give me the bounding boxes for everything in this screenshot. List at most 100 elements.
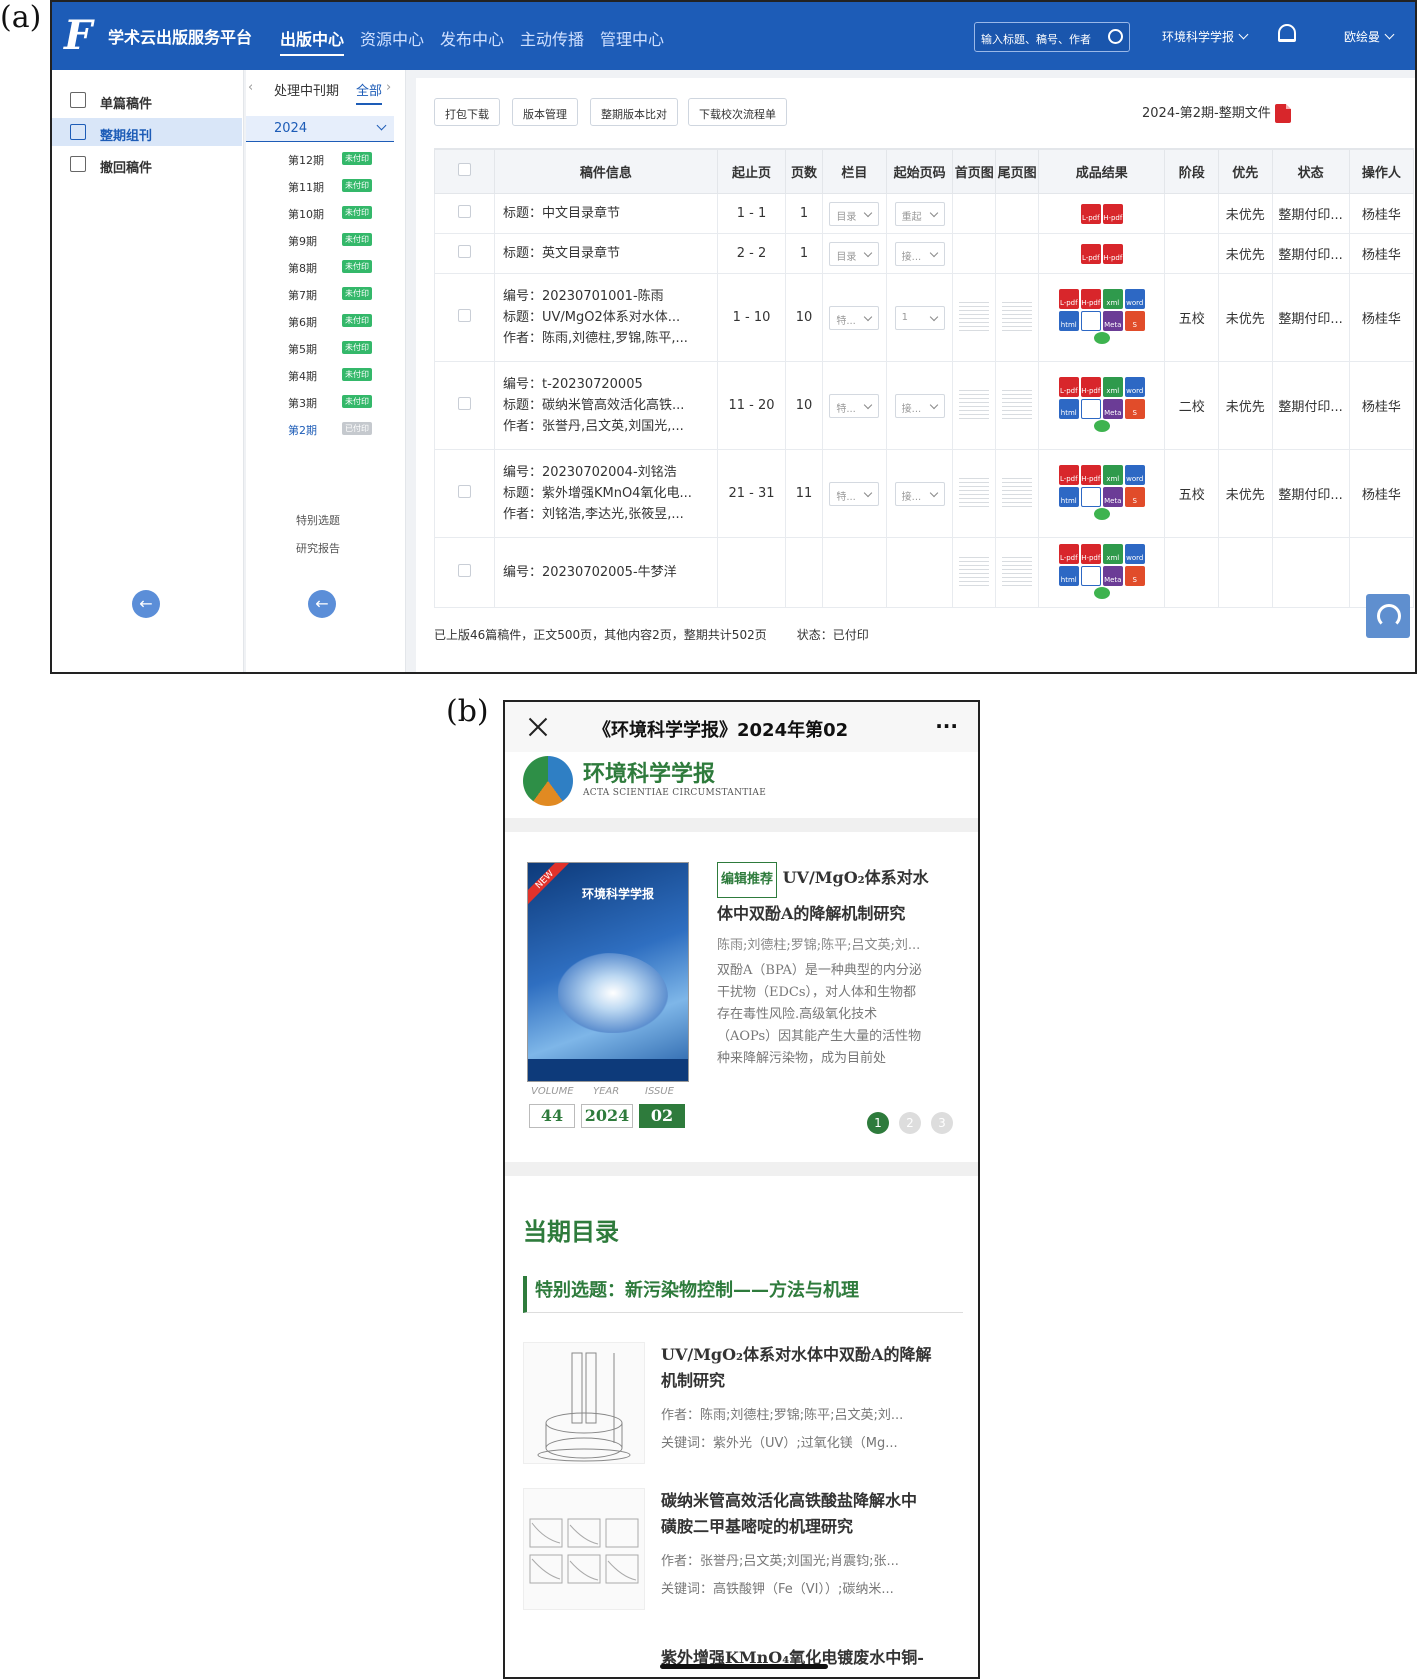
checkbox[interactable] xyxy=(457,309,471,322)
year-selector[interactable]: 2024 xyxy=(246,116,394,142)
issue-item[interactable]: 第10期 未付印 xyxy=(246,206,404,222)
column-select[interactable]: 目录 xyxy=(829,241,880,266)
issue-item[interactable]: 第6期 未付印 xyxy=(246,314,404,330)
sidebar-item-single[interactable]: 单篇稿件 xyxy=(52,86,242,114)
collapse-arrow-icon[interactable]: ← xyxy=(308,590,336,618)
hpdf-icon[interactable]: H-pdf xyxy=(1080,543,1101,564)
collapse-arrow-icon[interactable]: ← xyxy=(132,590,160,618)
start-page-select[interactable]: 1 xyxy=(894,305,945,330)
globe-icon[interactable] xyxy=(1080,565,1101,586)
tab-next-icon[interactable]: › xyxy=(386,80,391,95)
nav-publish[interactable]: 出版中心 xyxy=(280,26,345,56)
column-select[interactable]: 特... xyxy=(829,393,880,418)
tab-processing[interactable]: 处理中刊期 xyxy=(274,80,339,99)
issue-item[interactable]: 第2期 已付印 xyxy=(246,422,404,438)
sidebar-item-withdrawn[interactable]: 撤回稿件 xyxy=(52,150,242,178)
nav-spread[interactable]: 主动传播 xyxy=(520,26,584,50)
last-page-thumbnail[interactable] xyxy=(1002,553,1033,588)
lpdf-icon[interactable]: L-pdf xyxy=(1058,543,1079,564)
word-icon[interactable]: word xyxy=(1124,288,1145,309)
s-icon[interactable]: S xyxy=(1124,310,1145,331)
checkbox[interactable] xyxy=(457,485,471,498)
word-icon[interactable]: word xyxy=(1124,543,1145,564)
checkbox[interactable] xyxy=(457,205,471,218)
xml-icon[interactable]: xml xyxy=(1102,288,1123,309)
version-compare-button[interactable]: 整期版本比对 xyxy=(590,98,678,126)
column-select[interactable]: 目录 xyxy=(829,201,880,226)
table-row[interactable]: 标题：中文目录章节 1 - 1 1 目录 重起 L-pdf H-pdf 未优先 整期付印... 杨… xyxy=(434,193,1414,234)
meta-icon[interactable]: Meta xyxy=(1102,565,1123,586)
column-select[interactable]: 特... xyxy=(829,305,880,330)
nav-resource[interactable]: 资源中心 xyxy=(360,26,424,50)
search-input[interactable]: 输入标题、稿号、作者 xyxy=(974,22,1130,52)
download-flow-button[interactable]: 下载校次流程单 xyxy=(688,98,787,126)
meta-icon[interactable]: Meta xyxy=(1102,310,1123,331)
customer-service-icon[interactable] xyxy=(1366,594,1410,638)
issue-item[interactable]: 第4期 未付印 xyxy=(246,368,404,384)
last-page-thumbnail[interactable] xyxy=(1002,298,1033,333)
issue-item[interactable]: 第11期 未付印 xyxy=(246,179,404,195)
hpdf-icon[interactable]: H-pdf xyxy=(1080,376,1101,397)
checkbox[interactable] xyxy=(457,163,471,176)
issue-item[interactable]: 第5期 未付印 xyxy=(246,341,404,357)
html-icon[interactable]: html xyxy=(1058,310,1079,331)
pager-dot-3[interactable]: 3 xyxy=(931,1112,953,1134)
article-item[interactable]: UV/MgO₂体系对水体中双酚A的降解 机制研究 作者：陈雨;刘德柱;罗锦;陈平;… xyxy=(523,1342,963,1472)
last-page-thumbnail[interactable] xyxy=(1002,474,1033,509)
nav-manage[interactable]: 管理中心 xyxy=(600,26,664,50)
sidebar-item-issue[interactable]: 整期组刊 xyxy=(52,118,242,146)
hpdf-icon[interactable]: H-pdf xyxy=(1080,464,1101,485)
start-page-select[interactable]: 接... xyxy=(894,393,945,418)
start-page-select[interactable]: 接... xyxy=(894,481,945,506)
first-page-thumbnail[interactable] xyxy=(959,298,990,333)
table-row[interactable]: 标题：英文目录章节 2 - 2 1 目录 接... L-pdf H-pdf 未优先 整期付印..… xyxy=(434,233,1414,274)
start-page-select[interactable]: 重起 xyxy=(894,201,945,226)
html-icon[interactable]: html xyxy=(1058,565,1079,586)
wechat-icon[interactable] xyxy=(1093,419,1110,432)
journal-cover[interactable]: NEW 环境科学学报 xyxy=(527,862,689,1082)
user-menu[interactable]: 欧绘曼 xyxy=(1344,28,1395,45)
issue-sub-special[interactable]: 特别选题 xyxy=(246,512,404,528)
wechat-icon[interactable] xyxy=(1093,586,1110,599)
wechat-icon[interactable] xyxy=(1093,331,1110,344)
issue-item[interactable]: 第9期 未付印 xyxy=(246,233,404,249)
first-page-thumbnail[interactable] xyxy=(959,474,990,509)
nav-release[interactable]: 发布中心 xyxy=(440,26,504,50)
hpdf-icon[interactable]: H-pdf xyxy=(1102,203,1123,224)
globe-icon[interactable] xyxy=(1080,310,1101,331)
article-item[interactable]: 碳纳米管高效活化高铁酸盐降解水中 磺胺二甲基嘧啶的机理研究 作者：张誉丹;吕文英;… xyxy=(523,1488,963,1618)
hpdf-icon[interactable]: H-pdf xyxy=(1102,243,1123,264)
journal-selector[interactable]: 环境科学学报 xyxy=(1162,28,1249,45)
globe-icon[interactable] xyxy=(1080,398,1101,419)
first-page-thumbnail[interactable] xyxy=(959,553,990,588)
pager-dot-1[interactable]: 1 xyxy=(867,1112,889,1134)
more-icon[interactable]: ··· xyxy=(935,714,958,738)
pager-dot-2[interactable]: 2 xyxy=(899,1112,921,1134)
table-row[interactable]: 编号：20230701001-陈雨 标题：UV/MgO2体系对水体... 作者：陈雨… xyxy=(434,273,1414,362)
checkbox[interactable] xyxy=(457,245,471,258)
last-page-thumbnail[interactable] xyxy=(1002,386,1033,421)
lpdf-icon[interactable]: L-pdf xyxy=(1080,203,1101,224)
issue-item[interactable]: 第8期 未付印 xyxy=(246,260,404,276)
pack-download-button[interactable]: 打包下载 xyxy=(434,98,500,126)
issue-sub-report[interactable]: 研究报告 xyxy=(246,540,404,556)
meta-icon[interactable]: Meta xyxy=(1102,398,1123,419)
version-manage-button[interactable]: 版本管理 xyxy=(512,98,578,126)
start-page-select[interactable]: 接... xyxy=(894,241,945,266)
search-icon[interactable] xyxy=(1108,29,1123,44)
table-row[interactable]: 编号：t-20230720005 标题：碳纳米管高效活化高铁... 作者：张誉丹,吕… xyxy=(434,361,1414,450)
s-icon[interactable]: S xyxy=(1124,565,1145,586)
lpdf-icon[interactable]: L-pdf xyxy=(1058,464,1079,485)
issue-file-link[interactable]: 2024-第2期-整期文件 xyxy=(1142,102,1291,123)
header-checkbox[interactable] xyxy=(434,149,495,194)
close-icon[interactable] xyxy=(527,716,549,738)
xml-icon[interactable]: xml xyxy=(1102,464,1123,485)
wechat-icon[interactable] xyxy=(1093,507,1110,520)
hpdf-icon[interactable]: H-pdf xyxy=(1080,288,1101,309)
featured-title[interactable]: 编辑推荐 UV/MgO₂体系对水 体中双酚A的降解机制研究 xyxy=(717,862,957,930)
issue-item[interactable]: 第7期 未付印 xyxy=(246,287,404,303)
lpdf-icon[interactable]: L-pdf xyxy=(1058,376,1079,397)
lpdf-icon[interactable]: L-pdf xyxy=(1058,288,1079,309)
meta-icon[interactable]: Meta xyxy=(1102,486,1123,507)
s-icon[interactable]: S xyxy=(1124,486,1145,507)
